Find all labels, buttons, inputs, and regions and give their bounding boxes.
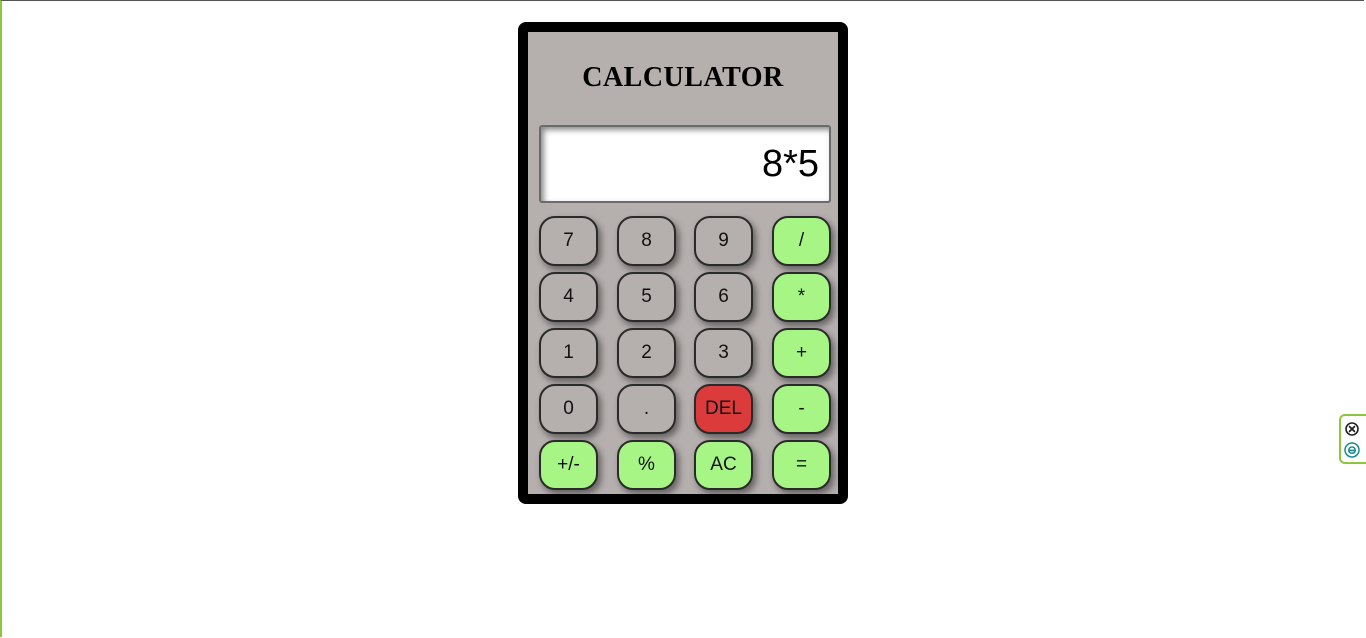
key-toggle-sign[interactable]: +/- [539,440,598,490]
key-9[interactable]: 9 [694,216,753,266]
key-4[interactable]: 4 [539,272,598,322]
key-0[interactable]: 0 [539,384,598,434]
key-multiply[interactable]: * [772,272,831,322]
key-decimal[interactable]: . [617,384,676,434]
edge-e-icon[interactable] [1344,442,1360,458]
key-8[interactable]: 8 [617,216,676,266]
calculator-title: CALCULATOR [582,62,784,93]
key-2[interactable]: 2 [617,328,676,378]
extension-widget [1339,414,1366,464]
key-add[interactable]: + [772,328,831,378]
key-delete[interactable]: DEL [694,384,753,434]
calculator-body: CALCULATOR 8*5 7 8 9 / 4 5 6 * 1 2 3 + 0… [528,32,838,494]
calculator: CALCULATOR 8*5 7 8 9 / 4 5 6 * 1 2 3 + 0… [518,22,848,504]
key-subtract[interactable]: - [772,384,831,434]
key-7[interactable]: 7 [539,216,598,266]
key-percent[interactable]: % [617,440,676,490]
calculator-display: 8*5 [539,125,831,203]
key-5[interactable]: 5 [617,272,676,322]
key-1[interactable]: 1 [539,328,598,378]
key-divide[interactable]: / [772,216,831,266]
key-6[interactable]: 6 [694,272,753,322]
key-equals[interactable]: = [772,440,831,490]
key-all-clear[interactable]: AC [694,440,753,490]
key-3[interactable]: 3 [694,328,753,378]
close-circle-icon[interactable] [1345,422,1359,436]
